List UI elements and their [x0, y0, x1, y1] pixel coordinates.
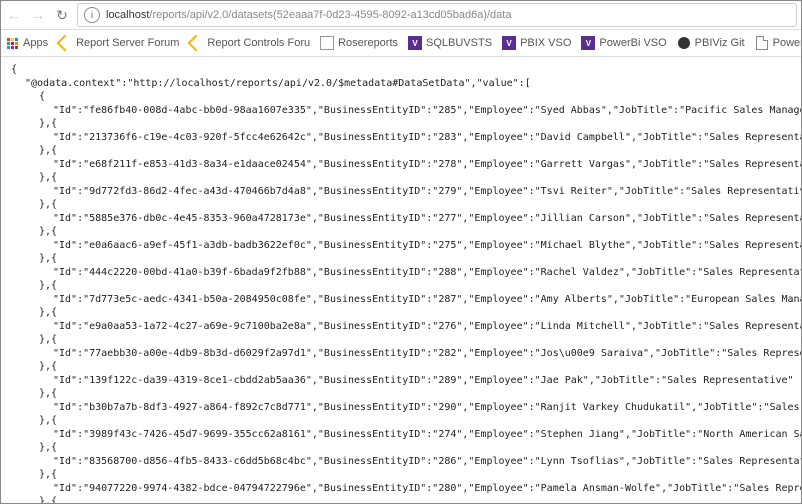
bookmark-label: Report Controls Foru — [207, 37, 310, 49]
response-body: {"@odata.context":"http://localhost/repo… — [1, 57, 801, 503]
bookmarks-bar: Apps Report Server Forum Report Controls… — [1, 30, 801, 57]
json-line: },{ — [11, 117, 791, 131]
bookmark-label: PBIViz Git — [695, 37, 745, 49]
json-line: "Id":"e9a0aa53-1a72-4c27-a69e-9c7100ba2e… — [11, 320, 791, 334]
json-line: "Id":"e0a6aac6-a9ef-45f1-a3db-badb3622ef… — [11, 239, 791, 253]
bookmark-icon: V — [581, 36, 595, 50]
bookmark-icon — [58, 36, 72, 50]
address-text: localhost/reports/api/v2.0/datasets(52ea… — [106, 9, 511, 21]
back-button[interactable]: ← — [5, 6, 23, 24]
json-line: },{ — [11, 144, 791, 158]
json-line: "Id":"94077220-9974-4382-bdce-0479472279… — [11, 482, 791, 496]
json-line: { — [11, 63, 791, 77]
site-info-icon[interactable]: i — [84, 7, 100, 23]
bookmark-icon — [677, 36, 691, 50]
bookmark-label: Report Server Forum — [76, 37, 179, 49]
json-line: "Id":"83568700-d856-4fb5-8433-c6dd5b68c4… — [11, 455, 791, 469]
bookmark-powerbi-wiki[interactable]: PowerBI Wiki — [755, 36, 801, 50]
json-line: "Id":"213736f6-c19e-4c03-920f-5fcc4e6264… — [11, 131, 791, 145]
json-line: },{ — [11, 171, 791, 185]
json-line: "Id":"fe86fb40-008d-4abc-bb0d-98aa1607e3… — [11, 104, 791, 118]
reload-button[interactable]: ↻ — [53, 6, 71, 24]
bookmark-report-server-forum[interactable]: Report Server Forum — [58, 36, 179, 50]
json-line: "@odata.context":"http://localhost/repor… — [11, 77, 791, 91]
apps-label: Apps — [23, 37, 48, 49]
json-line: "Id":"77aebb30-a00e-4db9-8b3d-d6029f2a97… — [11, 347, 791, 361]
json-line: },{ — [11, 333, 791, 347]
json-line: "Id":"139f122c-da39-4319-8ce1-cbdd2ab5aa… — [11, 374, 791, 388]
json-line: "Id":"9d772fd3-86d2-4fec-a43d-470466b7d4… — [11, 185, 791, 199]
json-line: },{ — [11, 225, 791, 239]
json-line: { — [11, 90, 791, 104]
json-line: },{ — [11, 198, 791, 212]
bookmark-icon — [189, 36, 203, 50]
json-line: },{ — [11, 306, 791, 320]
bookmark-label: SQLBUVSTS — [426, 37, 492, 49]
json-line: },{ — [11, 414, 791, 428]
bookmark-pbix-vso[interactable]: V PBIX VSO — [502, 36, 571, 50]
apps-button[interactable]: Apps — [5, 36, 48, 50]
json-line: },{ — [11, 468, 791, 482]
forward-button[interactable]: → — [29, 6, 47, 24]
address-host: localhost — [106, 9, 149, 21]
json-line: "Id":"444c2220-00bd-41a0-b39f-6bada9f2fb… — [11, 266, 791, 280]
bookmark-label: PowerBI Wiki — [773, 37, 801, 49]
json-line: "Id":"5885e376-db0c-4e45-8353-960a472817… — [11, 212, 791, 226]
bookmark-icon — [320, 36, 334, 50]
address-bar[interactable]: i localhost/reports/api/v2.0/datasets(52… — [77, 3, 797, 27]
bookmark-icon: V — [408, 36, 422, 50]
bookmark-powerbi-vso[interactable]: V PowerBi VSO — [581, 36, 666, 50]
bookmark-label: Rosereports — [338, 37, 398, 49]
json-line: "Id":"7d773e5c-aedc-4341-b50a-2084950c08… — [11, 293, 791, 307]
nav-toolbar: ← → ↻ i localhost/reports/api/v2.0/datas… — [1, 1, 801, 30]
bookmark-icon — [755, 36, 769, 50]
bookmark-icon: V — [502, 36, 516, 50]
json-line: },{ — [11, 360, 791, 374]
bookmark-sqlbuvsts[interactable]: V SQLBUVSTS — [408, 36, 492, 50]
bookmark-pbiviz-git[interactable]: PBIViz Git — [677, 36, 745, 50]
bookmark-rosereports[interactable]: Rosereports — [320, 36, 398, 50]
json-line: },{ — [11, 252, 791, 266]
json-line: },{ — [11, 279, 791, 293]
address-path: /reports/api/v2.0/datasets(52eaaa7f-0d23… — [149, 9, 511, 21]
json-line: },{ — [11, 441, 791, 455]
bookmark-label: PBIX VSO — [520, 37, 571, 49]
apps-icon — [5, 36, 19, 50]
bookmark-label: PowerBi VSO — [599, 37, 666, 49]
json-line: "Id":"e68f211f-e853-41d3-8a34-e1daace024… — [11, 158, 791, 172]
json-line: "Id":"3989f43c-7426-45d7-9699-355cc62a81… — [11, 428, 791, 442]
json-line: },{ — [11, 387, 791, 401]
browser-window: ← → ↻ i localhost/reports/api/v2.0/datas… — [0, 0, 802, 504]
json-line: },{ — [11, 495, 791, 503]
bookmark-report-controls-forum[interactable]: Report Controls Foru — [189, 36, 310, 50]
json-line: "Id":"b30b7a7b-8df3-4927-a864-f892c7c8d7… — [11, 401, 791, 415]
